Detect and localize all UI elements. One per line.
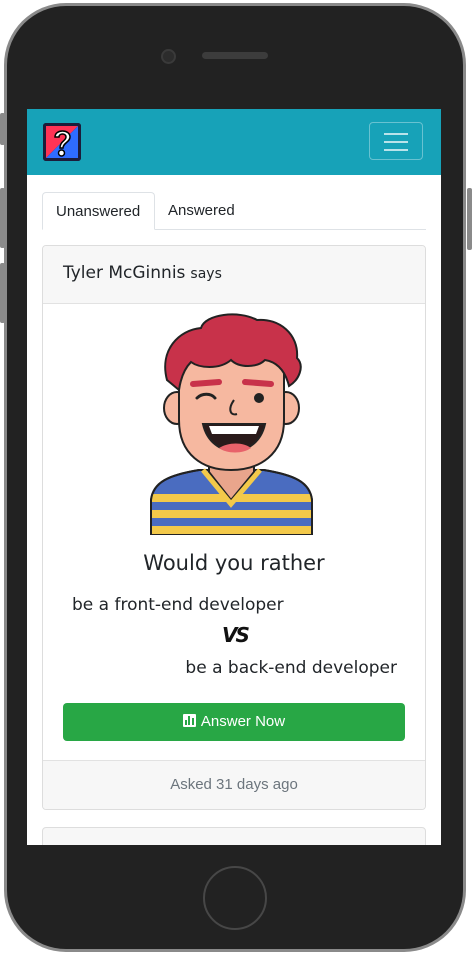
next-question-card xyxy=(42,827,426,845)
answer-now-label: Answer Now xyxy=(200,713,286,730)
home-button xyxy=(203,866,267,930)
card-footer: Asked 31 days ago xyxy=(43,760,425,809)
option-two: be a back-end developer xyxy=(185,658,397,678)
author-line: Tyler McGinnis says xyxy=(63,263,222,283)
power-button xyxy=(467,188,472,250)
hamburger-menu-icon[interactable] xyxy=(369,122,423,160)
answer-now-button[interactable]: Answer Now xyxy=(63,703,405,741)
card-header: Tyler McGinnis says xyxy=(43,246,425,304)
author-name: Tyler McGinnis xyxy=(63,263,186,283)
question-title: Would you rather xyxy=(143,551,325,575)
speaker-grille xyxy=(202,52,268,59)
tab-answered[interactable]: Answered xyxy=(155,192,248,229)
question-mark-logo-icon[interactable] xyxy=(43,123,81,161)
versus-icon: VS xyxy=(222,623,250,647)
option-one: be a front-end developer xyxy=(72,595,284,615)
says-label: says xyxy=(190,266,222,282)
avatar xyxy=(150,313,313,535)
navbar xyxy=(27,109,441,175)
screen: Unanswered Answered Tyler McGinnissays xyxy=(27,109,441,845)
question-card: Tyler McGinnis says Would you rather be … xyxy=(42,245,426,810)
question-tabs: Unanswered Answered xyxy=(42,192,426,230)
bar-chart-icon xyxy=(182,714,196,727)
tab-unanswered[interactable]: Unanswered xyxy=(42,192,155,230)
camera-icon xyxy=(161,49,176,64)
